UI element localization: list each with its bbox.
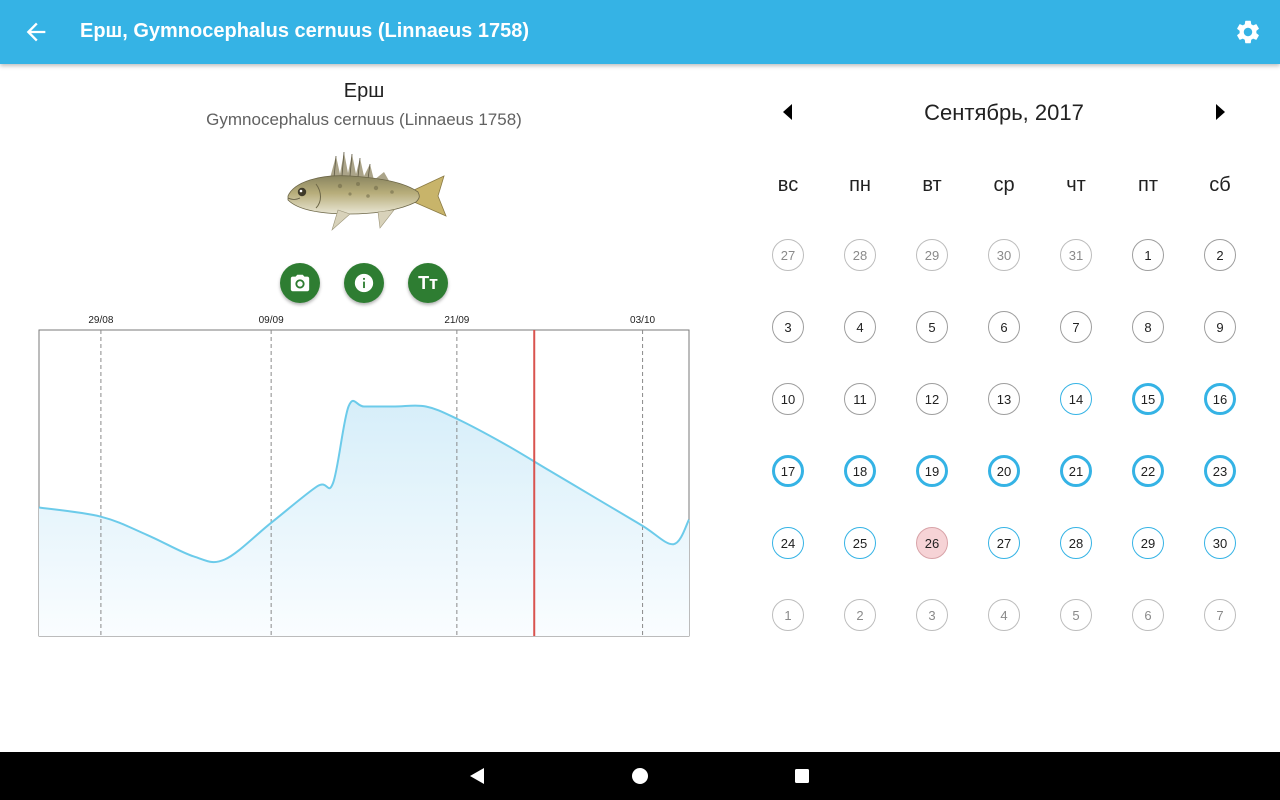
nav-back-icon[interactable]: [466, 764, 490, 788]
calendar-day[interactable]: 16: [1204, 383, 1236, 415]
fish-illustration: [287, 151, 447, 231]
weekday-label: сб: [1209, 174, 1231, 196]
calendar-day-other-month[interactable]: 3: [916, 599, 948, 631]
app-bar-title: Ерш, Gymnocephalus cernuus (Linnaeus 175…: [80, 20, 530, 42]
calendar-day[interactable]: 25: [844, 527, 876, 559]
info-icon: [354, 273, 374, 293]
calendar-day-other-month[interactable]: 7: [1204, 599, 1236, 631]
calendar-day[interactable]: 10: [772, 383, 804, 415]
weekday-label: чт: [1066, 174, 1086, 196]
calendar-day[interactable]: 6: [988, 311, 1020, 343]
calendar-day-other-month[interactable]: 5: [1060, 599, 1092, 631]
calendar-day[interactable]: 15: [1132, 383, 1164, 415]
calendar-day[interactable]: 24: [772, 527, 804, 559]
calendar-day[interactable]: 22: [1132, 455, 1164, 487]
calendar-day[interactable]: 9: [1204, 311, 1236, 343]
calendar-day[interactable]: 20: [988, 455, 1020, 487]
calendar-day[interactable]: 27: [988, 527, 1020, 559]
calendar-day[interactable]: 12: [916, 383, 948, 415]
calendar-day-other-month[interactable]: 4: [988, 599, 1020, 631]
calendar-day-other-month[interactable]: 29: [916, 239, 948, 271]
info-button[interactable]: [344, 263, 384, 303]
app-bar: Ерш, Gymnocephalus cernuus (Linnaeus 175…: [0, 0, 1280, 64]
calendar-day-other-month[interactable]: 2: [844, 599, 876, 631]
weekday-label: пт: [1138, 174, 1158, 196]
text-size-button[interactable]: Тт: [408, 263, 448, 303]
calendar-day[interactable]: 4: [844, 311, 876, 343]
system-navigation-bar: [0, 752, 1280, 800]
calendar-day-today[interactable]: 26: [916, 527, 948, 559]
calendar-day[interactable]: 5: [916, 311, 948, 343]
calendar-day[interactable]: 13: [988, 383, 1020, 415]
weekday-label: ср: [993, 174, 1015, 196]
back-arrow-icon[interactable]: [22, 18, 50, 46]
calendar-day[interactable]: 7: [1060, 311, 1092, 343]
camera-icon: [290, 274, 310, 292]
gear-icon[interactable]: [1234, 18, 1262, 46]
calendar-day[interactable]: 18: [844, 455, 876, 487]
calendar-day-other-month[interactable]: 31: [1060, 239, 1092, 271]
activity-chart: 29/08 09/09 21/09 03/10: [38, 315, 690, 637]
chart-x-tick-label: 09/09: [259, 315, 284, 326]
calendar-day[interactable]: 30: [1204, 527, 1236, 559]
previous-month-icon[interactable]: [776, 100, 800, 124]
chart-x-tick-label: 03/10: [630, 315, 655, 326]
calendar-day[interactable]: 17: [772, 455, 804, 487]
nav-home-icon[interactable]: [628, 764, 652, 788]
calendar-day[interactable]: 21: [1060, 455, 1092, 487]
calendar-day[interactable]: 29: [1132, 527, 1164, 559]
calendar-day[interactable]: 28: [1060, 527, 1092, 559]
calendar-day[interactable]: 8: [1132, 311, 1164, 343]
chart-x-tick-label: 21/09: [444, 315, 469, 326]
weekday-label: пн: [849, 174, 871, 196]
calendar-day[interactable]: 1: [1132, 239, 1164, 271]
weekday-label: вт: [922, 174, 942, 196]
calendar-day-other-month[interactable]: 28: [844, 239, 876, 271]
nav-recents-icon[interactable]: [790, 764, 814, 788]
species-latin-name: Gymnocephalus cernuus (Linnaeus 1758): [206, 110, 522, 129]
calendar-day[interactable]: 2: [1204, 239, 1236, 271]
calendar-day[interactable]: 3: [772, 311, 804, 343]
calendar-day[interactable]: 19: [916, 455, 948, 487]
camera-button[interactable]: [280, 263, 320, 303]
weekday-label: вс: [777, 174, 799, 196]
calendar-month-title: Сентябрь, 2017: [924, 100, 1084, 125]
calendar-day[interactable]: 11: [844, 383, 876, 415]
chart-x-tick-label: 29/08: [88, 315, 113, 326]
calendar-day-other-month[interactable]: 6: [1132, 599, 1164, 631]
calendar-day-other-month[interactable]: 1: [772, 599, 804, 631]
next-month-icon[interactable]: [1208, 100, 1232, 124]
species-name: Ерш: [343, 80, 385, 102]
calendar-day[interactable]: 23: [1204, 455, 1236, 487]
calendar-day-other-month[interactable]: 30: [988, 239, 1020, 271]
text-size-icon: Тт: [418, 272, 438, 293]
calendar-day[interactable]: 14: [1060, 383, 1092, 415]
calendar-day-other-month[interactable]: 27: [772, 239, 804, 271]
